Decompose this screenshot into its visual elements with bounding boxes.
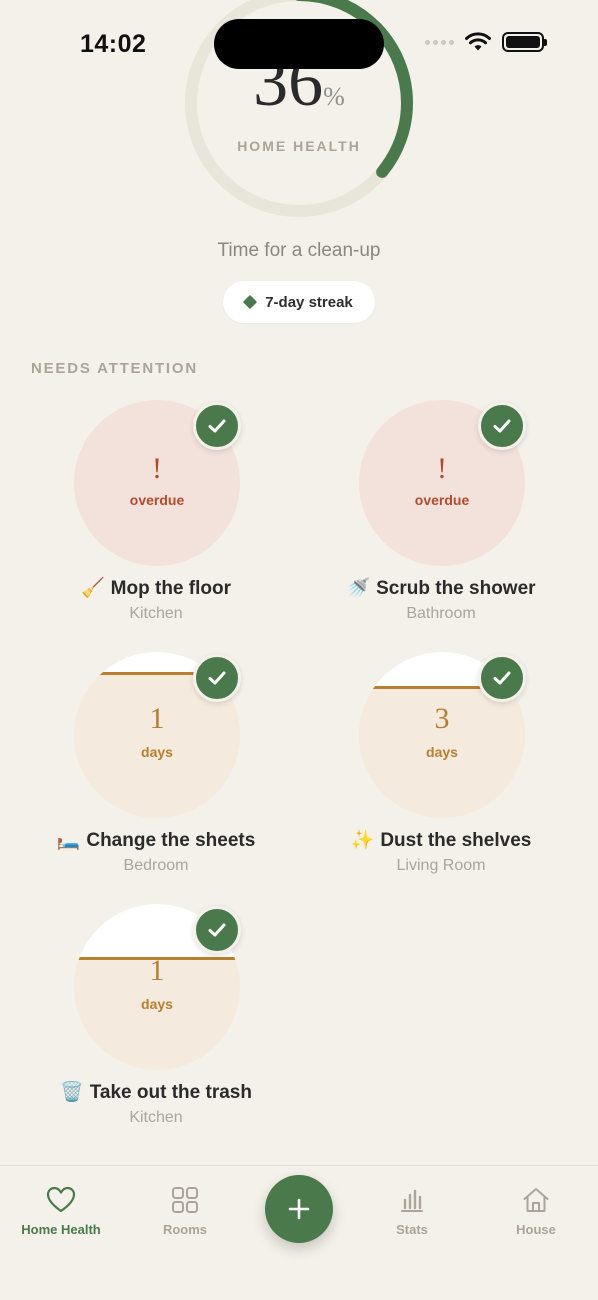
grid-icon bbox=[172, 1187, 198, 1213]
tab-label: House bbox=[516, 1222, 556, 1237]
bed-icon: 🛏️ bbox=[56, 829, 81, 851]
days-remaining: 1 bbox=[149, 702, 165, 735]
streak-label: 7-day streak bbox=[265, 293, 353, 311]
dynamic-island bbox=[214, 19, 384, 69]
status-icons bbox=[425, 32, 547, 52]
tab-label: Rooms bbox=[162, 1222, 208, 1237]
tab-rooms[interactable]: Rooms bbox=[125, 1184, 245, 1237]
overdue-label: overdue bbox=[414, 492, 470, 508]
gauge-label: HOME HEALTH bbox=[237, 138, 361, 154]
task-room: Living Room bbox=[396, 857, 486, 874]
task-room: Bedroom bbox=[123, 857, 189, 874]
house-icon bbox=[523, 1188, 549, 1212]
days-remaining: 3 bbox=[434, 702, 450, 735]
bar-chart-icon bbox=[401, 1189, 423, 1212]
task-card[interactable]: ! overdue 🧹 Mop the floor Kitchen bbox=[0, 400, 285, 640]
task-room: Bathroom bbox=[406, 605, 476, 622]
task-room: Kitchen bbox=[129, 1109, 183, 1126]
broom-icon: 🧹 bbox=[81, 577, 105, 599]
check-icon bbox=[208, 923, 226, 937]
complete-task-button[interactable] bbox=[193, 402, 241, 450]
task-title: 🛏️ Change the sheets bbox=[56, 829, 256, 851]
task-title: 🧹 Mop the floor bbox=[81, 577, 231, 599]
status-bar: 14:02 bbox=[0, 0, 598, 88]
days-remaining: 1 bbox=[149, 954, 165, 987]
task-room: Kitchen bbox=[129, 605, 183, 622]
tab-bar: Home Health Rooms Stats House bbox=[0, 1165, 598, 1300]
sparkles-icon: ✨ bbox=[350, 829, 375, 851]
complete-task-button[interactable] bbox=[193, 906, 241, 954]
overdue-mark: ! bbox=[437, 452, 447, 485]
shower-icon: 🚿 bbox=[346, 577, 371, 599]
complete-task-button[interactable] bbox=[193, 654, 241, 702]
task-title: 🗑️ Take out the trash bbox=[60, 1081, 252, 1103]
diamond-icon bbox=[243, 294, 258, 310]
check-icon bbox=[208, 419, 226, 433]
tab-stats[interactable]: Stats bbox=[352, 1184, 472, 1237]
complete-task-button[interactable] bbox=[478, 654, 526, 702]
task-card[interactable]: ! overdue 🚿 Scrub the shower Bathroom bbox=[285, 400, 570, 640]
task-title: ✨ Dust the shelves bbox=[350, 829, 532, 851]
signal-icon bbox=[425, 39, 454, 45]
streak-badge[interactable]: 7-day streak bbox=[223, 281, 375, 323]
check-icon bbox=[208, 671, 226, 685]
add-task-button[interactable] bbox=[265, 1175, 333, 1243]
days-label: days bbox=[426, 744, 458, 760]
tab-home-health[interactable]: Home Health bbox=[1, 1184, 121, 1237]
task-card[interactable]: 1 days 🗑️ Take out the trash Kitchen bbox=[0, 904, 285, 1144]
days-label: days bbox=[141, 744, 173, 760]
task-card[interactable]: 3 days ✨ Dust the shelves Living Room bbox=[285, 652, 570, 892]
wifi-icon bbox=[465, 32, 491, 51]
tab-house[interactable]: House bbox=[476, 1184, 596, 1237]
overdue-mark: ! bbox=[152, 452, 162, 485]
tab-label: Home Health bbox=[21, 1222, 101, 1237]
trash-icon: 🗑️ bbox=[60, 1081, 84, 1103]
tab-label: Stats bbox=[396, 1222, 428, 1237]
section-title: NEEDS ATTENTION bbox=[31, 360, 199, 377]
days-label: days bbox=[141, 996, 173, 1012]
complete-task-button[interactable] bbox=[478, 402, 526, 450]
task-card[interactable]: 1 days 🛏️ Change the sheets Bedroom bbox=[0, 652, 285, 892]
check-icon bbox=[493, 671, 511, 685]
overdue-label: overdue bbox=[129, 492, 185, 508]
task-title: 🚿 Scrub the shower bbox=[346, 577, 536, 599]
check-icon bbox=[493, 419, 511, 433]
heart-icon bbox=[46, 1186, 76, 1213]
plus-icon bbox=[288, 1198, 310, 1220]
status-time: 14:02 bbox=[80, 30, 147, 58]
health-message: Time for a clean-up bbox=[217, 240, 381, 261]
battery-icon bbox=[502, 32, 547, 52]
